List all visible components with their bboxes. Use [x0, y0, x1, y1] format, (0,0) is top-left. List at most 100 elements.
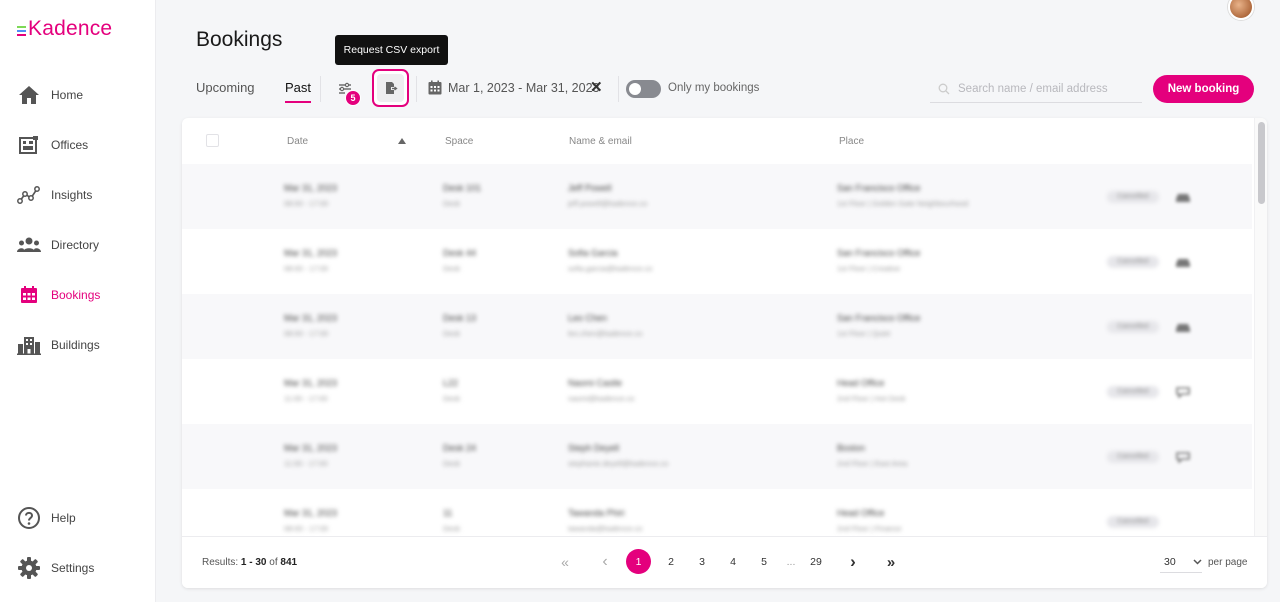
status-badge: Cancelled [1107, 516, 1159, 528]
tab-upcoming[interactable]: Upcoming [196, 80, 255, 95]
page-button-2[interactable]: 2 [664, 549, 678, 575]
sidebar-item-home[interactable]: Home [17, 83, 83, 107]
table-row[interactable]: Mar 31, 2023 08:00 - 17:00 Desk 101 Desk… [182, 164, 1252, 229]
column-header-space[interactable]: Space [445, 136, 473, 147]
page-button-3[interactable]: 3 [695, 549, 709, 575]
bookings-table: Date Space Name & email Place Mar 31, 20… [182, 118, 1267, 588]
booking-time: 08:00 - 17:00 [284, 524, 329, 533]
car-icon [1174, 320, 1192, 332]
booking-time: 08:00 - 17:00 [284, 199, 329, 208]
date-cell: Mar 31, 2023 08:00 - 17:00 [284, 248, 337, 273]
booking-date: Mar 31, 2023 [284, 378, 338, 388]
page-button-4[interactable]: 4 [726, 549, 740, 575]
file-export-icon [385, 82, 398, 94]
logo-text: Kadence [28, 17, 113, 40]
only-my-bookings-toggle[interactable] [626, 80, 661, 98]
space-type: Desk [443, 524, 461, 533]
chat-icon [1174, 385, 1192, 399]
sidebar-item-label: Buildings [51, 338, 100, 352]
sort-ascending-icon[interactable] [398, 138, 406, 144]
table-row[interactable]: Mar 31, 2023 08:00 - 17:00 Desk 44 Desk … [182, 229, 1252, 294]
place-cell: Boston 2nd Floor | East Area [837, 443, 907, 468]
booking-time: 11:00 - 17:00 [284, 459, 328, 468]
clear-date-icon[interactable]: ✕ [590, 80, 603, 96]
sidebar-item-insights[interactable]: Insights [17, 183, 92, 207]
chat-icon [1174, 450, 1192, 464]
search-box [930, 76, 1142, 103]
page-button-last[interactable]: 29 [809, 549, 823, 575]
person-name: Steph Deyell [568, 443, 620, 453]
name-email-cell: Leo Chen leo.chen@kadence.co [568, 313, 642, 338]
results-total: 841 [280, 557, 298, 568]
table-scrollbar[interactable] [1254, 118, 1267, 536]
space-cell: Desk 44 Desk [443, 248, 476, 273]
table-row[interactable]: Mar 31, 2023 11:00 - 17:00 L22 Desk Naom… [182, 359, 1252, 424]
person-name: Jeff Powell [568, 183, 612, 193]
date-cell: Mar 31, 2023 11:00 - 17:00 [284, 443, 337, 468]
table-row[interactable]: Mar 31, 2023 08:00 - 17:00 Desk 13 Desk … [182, 294, 1252, 359]
people-icon [17, 233, 41, 257]
place-detail: 1st Floor | Creative [837, 264, 901, 273]
date-cell: Mar 31, 2023 08:00 - 17:00 [284, 313, 337, 338]
per-page-label: per page [1208, 557, 1248, 568]
csv-export-button[interactable] [372, 69, 409, 107]
export-tooltip: Request CSV export [335, 35, 448, 65]
booking-time: 08:00 - 17:00 [284, 264, 329, 273]
first-page-icon[interactable]: « [558, 549, 572, 575]
space-type: Desk [443, 264, 461, 273]
space-type: Desk [443, 394, 461, 403]
sidebar-item-help[interactable]: Help [17, 506, 76, 530]
table-row[interactable]: Mar 31, 2023 11:00 - 17:00 Desk 24 Desk … [182, 424, 1252, 489]
space-name: Desk 44 [443, 248, 477, 258]
scrollbar-thumb[interactable] [1258, 122, 1265, 204]
next-page-icon[interactable]: › [846, 549, 860, 575]
sidebar-item-offices[interactable]: Offices [17, 133, 88, 157]
space-cell: Desk 13 Desk [443, 313, 476, 338]
person-email: naomi@kadence.co [568, 394, 635, 403]
date-cell: Mar 31, 2023 08:00 - 17:00 [284, 183, 337, 208]
per-page-select[interactable]: 30 [1160, 551, 1202, 573]
page-title: Bookings [196, 28, 283, 51]
person-name: Leo Chen [568, 313, 608, 323]
kadence-logo[interactable]: Kadence [17, 17, 112, 41]
column-header-place[interactable]: Place [839, 136, 864, 147]
column-header-date[interactable]: Date [287, 136, 308, 147]
space-cell: L22 Desk [443, 378, 460, 403]
tab-past[interactable]: Past [285, 80, 312, 103]
place-name: San Francisco Office [837, 313, 921, 323]
person-name: Sofia Garcia [568, 248, 618, 258]
calendar-icon [17, 283, 41, 307]
page-button-1[interactable]: 1 [626, 549, 651, 574]
sidebar-item-label: Directory [51, 238, 100, 252]
per-page-value: 30 [1164, 555, 1176, 568]
sidebar-item-bookings[interactable]: Bookings [17, 283, 100, 307]
search-input[interactable] [958, 83, 1138, 95]
place-cell: San Francisco Office 1st Floor | Golden … [837, 183, 968, 208]
results-prefix: Results: [202, 557, 239, 568]
person-email: tawanda@kadence.co [568, 524, 643, 533]
space-name: 11 [443, 508, 453, 518]
booking-date: Mar 31, 2023 [284, 508, 338, 518]
page-button-5[interactable]: 5 [757, 549, 771, 575]
results-range: 1 - 30 [240, 557, 267, 568]
new-booking-button[interactable]: New booking [1153, 75, 1254, 103]
insights-icon [17, 183, 41, 207]
last-page-icon[interactable]: » [884, 549, 898, 575]
divider [618, 76, 619, 102]
select-all-checkbox[interactable] [206, 134, 219, 147]
sidebar-item-buildings[interactable]: Buildings [17, 333, 100, 357]
building-icon [17, 333, 41, 357]
column-header-name-email[interactable]: Name & email [569, 136, 632, 147]
person-name: Tawanda Phiri [568, 508, 625, 518]
previous-page-icon[interactable]: ‹ [598, 549, 612, 575]
divider [416, 76, 417, 102]
sidebar: Kadence Home Offices Insights Directory … [0, 0, 156, 602]
name-email-cell: Tawanda Phiri tawanda@kadence.co [568, 508, 642, 533]
sidebar-item-directory[interactable]: Directory [17, 233, 99, 257]
space-cell: Desk 24 Desk [443, 443, 476, 468]
user-avatar[interactable] [1228, 0, 1254, 20]
space-name: Desk 101 [443, 183, 482, 193]
sidebar-item-settings[interactable]: Settings [17, 556, 94, 580]
date-range-picker[interactable]: Mar 1, 2023 - Mar 31, 2023 [428, 80, 599, 95]
date-range-text: Mar 1, 2023 - Mar 31, 2023 [448, 80, 600, 95]
